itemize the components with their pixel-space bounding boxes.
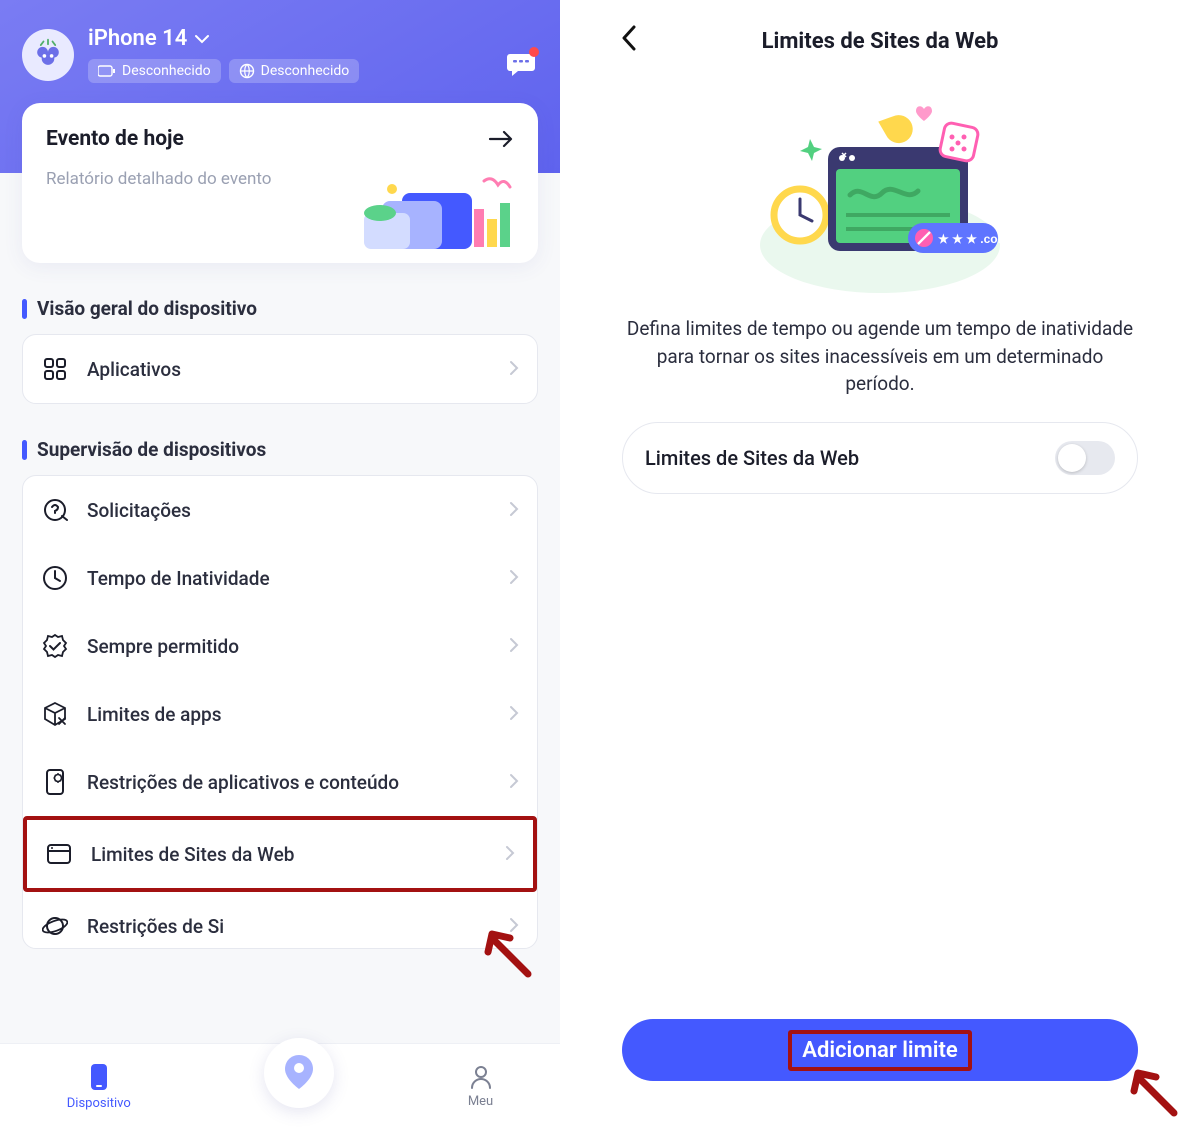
bottom-nav: Dispositivo Meu [0, 1043, 560, 1129]
web-limits-item[interactable]: Limites de Sites da Web [23, 816, 537, 892]
web-limits-illustration: ★ ★ ★ .com [750, 95, 1010, 295]
nav-device[interactable]: Dispositivo [67, 1062, 131, 1111]
item-label: Sempre permitido [87, 635, 239, 658]
toggle-label: Limites de Sites da Web [645, 446, 859, 470]
requests-item[interactable]: Solicitações [23, 476, 537, 544]
avatar[interactable] [22, 29, 74, 81]
item-label: Limites de Sites da Web [91, 843, 294, 866]
notification-dot [529, 47, 539, 57]
chevron-down-icon [195, 34, 209, 44]
section-device-overview: Visão geral do dispositivo [22, 297, 538, 320]
tag-label: Desconhecido [122, 63, 211, 79]
always-allowed-item[interactable]: Sempre permitido [23, 612, 537, 680]
today-event-card[interactable]: Evento de hoje Relatório detalhado do ev… [22, 103, 538, 263]
device-selector[interactable]: iPhone 14 [88, 26, 538, 51]
planet-icon [41, 912, 69, 940]
chevron-right-icon [505, 843, 515, 866]
web-limits-toggle-row: Limites de Sites da Web [622, 422, 1138, 494]
nav-label: Dispositivo [67, 1096, 131, 1111]
chat-icon[interactable] [506, 50, 536, 82]
chevron-right-icon [509, 635, 519, 658]
device-screen: iPhone 14 Desconhecido Desconhecido [0, 0, 560, 1129]
site-restrictions-item[interactable]: Restrições de Si [23, 892, 537, 948]
nav-location[interactable] [264, 1038, 334, 1108]
chevron-right-icon [509, 703, 519, 726]
item-label: Tempo de Inatividade [87, 567, 270, 590]
apps-icon [41, 355, 69, 383]
section-label: Visão geral do dispositivo [37, 297, 257, 320]
content-restrictions-item[interactable]: Restrições de aplicativos e conteúdo [23, 748, 537, 816]
web-limits-toggle[interactable] [1055, 441, 1115, 475]
battery-tag: Desconhecido [88, 59, 221, 83]
chevron-right-icon [509, 915, 519, 938]
item-label: Aplicativos [87, 358, 181, 381]
add-limit-button[interactable]: Adicionar limite [622, 1019, 1138, 1081]
user-icon [469, 1064, 493, 1090]
nav-me[interactable]: Meu [468, 1064, 493, 1109]
event-illustration [342, 175, 522, 255]
globe-icon [239, 63, 255, 79]
cube-x-icon [41, 700, 69, 728]
chevron-right-icon [509, 499, 519, 522]
browser-icon [45, 840, 73, 868]
app-limits-item[interactable]: Limites de apps [23, 680, 537, 748]
item-label: Restrições de Si [87, 915, 224, 938]
item-label: Limites de apps [87, 703, 221, 726]
device-name: iPhone 14 [88, 26, 187, 51]
phone-gear-icon [41, 768, 69, 796]
section-device-supervision: Supervisão de dispositivos [22, 438, 538, 461]
request-icon [41, 496, 69, 524]
chevron-right-icon [509, 358, 519, 381]
page-title: Limites de Sites da Web [620, 29, 1140, 54]
battery-icon [98, 65, 116, 77]
item-label: Solicitações [87, 499, 191, 522]
event-title: Evento de hoje [46, 127, 184, 151]
chevron-right-icon [509, 567, 519, 590]
nav-label: Meu [468, 1094, 493, 1109]
button-label: Adicionar limite [788, 1030, 971, 1071]
arrow-right-icon [488, 130, 514, 148]
annotation-arrow-icon [1124, 1063, 1180, 1119]
apps-item[interactable]: Aplicativos [23, 335, 537, 403]
device-icon [87, 1062, 111, 1092]
web-limits-screen: Limites de Sites da Web ★ ★ ★ .com [600, 0, 1160, 1129]
clock-icon [41, 564, 69, 592]
badge-check-icon [41, 632, 69, 660]
svg-text:★ ★ ★ .com: ★ ★ ★ .com [938, 232, 1008, 246]
location-pin-icon [282, 1053, 316, 1093]
tag-label: Desconhecido [261, 63, 350, 79]
item-label: Restrições de aplicativos e conteúdo [87, 771, 399, 794]
downtime-item[interactable]: Tempo de Inatividade [23, 544, 537, 612]
chevron-right-icon [509, 771, 519, 794]
description-text: Defina limites de tempo ou agende um tem… [600, 315, 1160, 398]
network-tag: Desconhecido [229, 59, 360, 83]
section-label: Supervisão de dispositivos [37, 438, 266, 461]
